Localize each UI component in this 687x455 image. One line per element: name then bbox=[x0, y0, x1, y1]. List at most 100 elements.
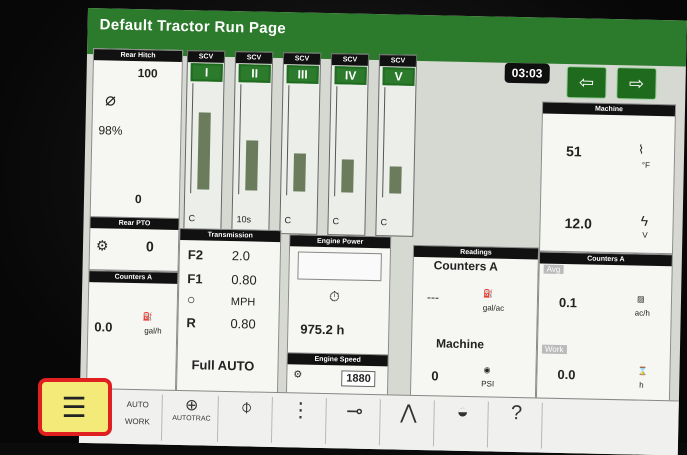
area-rate-icon: ▨ bbox=[636, 294, 645, 304]
scv-mode: C bbox=[332, 216, 340, 227]
rate-icon: ⛽ bbox=[483, 289, 494, 299]
machine-volt-unit: V bbox=[642, 230, 648, 240]
work-unit: h bbox=[639, 380, 644, 390]
gear-f2: F2 bbox=[187, 247, 204, 263]
scv-mode: C bbox=[188, 213, 196, 224]
engine-power-panel[interactable]: Engine Power ⏱ 975.2 h bbox=[286, 234, 392, 357]
autotrac-button[interactable]: ⊕ AUTOTRAC bbox=[164, 394, 219, 442]
back-button[interactable]: ⇦ bbox=[566, 66, 607, 99]
counters-a-left-value: 0.0 bbox=[94, 319, 113, 335]
engine-speed-header: Engine Speed bbox=[287, 353, 388, 367]
vehicle-shortcut-button[interactable]: ◒ bbox=[436, 400, 489, 448]
scv-mode: C bbox=[380, 217, 388, 228]
hitch-icon: ⌽ bbox=[240, 396, 253, 419]
transmission-mode: Full AUTO bbox=[191, 357, 255, 374]
pto-icon: ⚙ bbox=[95, 237, 109, 254]
work-label: Work bbox=[541, 344, 567, 355]
readings-psi-value: 0 bbox=[431, 368, 439, 384]
work-label-bottom: WORK bbox=[124, 416, 150, 427]
scv-number: III bbox=[286, 65, 319, 84]
scv-flow-bar bbox=[245, 140, 259, 191]
scv-flow-bar bbox=[197, 112, 211, 190]
clock: 03:03 bbox=[504, 62, 550, 84]
counters-a-left-panel[interactable]: Counters A 0.0 ⛽ gal/h bbox=[85, 270, 179, 392]
page-title: Default Tractor Run Page bbox=[99, 16, 287, 38]
transmission-header: Transmission bbox=[180, 228, 281, 243]
scv-gauge-4[interactable]: SCV IV C bbox=[327, 53, 370, 236]
scv-mode: 10s bbox=[236, 214, 252, 225]
readings-panel[interactable]: Readings Counters A --- ⛽ gal/ac Machine… bbox=[409, 244, 540, 400]
scv-header: SCV bbox=[379, 55, 417, 67]
shortcut-bar: AUTO WORK ⊕ AUTOTRAC ⌽ ⋮ ⊸ ⋀ ◒ ? bbox=[78, 387, 679, 455]
engine-speed-icon: ⚙ bbox=[293, 369, 303, 381]
road-shortcut-button[interactable]: ⋀ bbox=[382, 399, 435, 447]
implement-shortcut-button[interactable]: ⋮ bbox=[274, 397, 327, 445]
gear-dial-icon: ○ bbox=[186, 291, 196, 308]
menu-button[interactable]: ☰ bbox=[38, 378, 112, 436]
auto-work-button[interactable]: AUTO WORK bbox=[112, 393, 163, 441]
scv-shortcut-button[interactable]: ⊸ bbox=[328, 398, 381, 446]
forward-button[interactable]: ⇨ bbox=[616, 67, 657, 100]
hitch-shortcut-button[interactable]: ⌽ bbox=[220, 395, 273, 443]
arrow-right-icon: ⇨ bbox=[628, 73, 645, 94]
rear-hitch-top: 100 bbox=[137, 66, 158, 81]
engine-speed-value: 1880 bbox=[341, 370, 376, 388]
gear-f1: F1 bbox=[187, 271, 203, 287]
hitch-link-icon: ⌀ bbox=[104, 89, 117, 110]
scv-scale bbox=[286, 85, 294, 196]
machine-panel[interactable]: Machine 51 ⌇ °F 12.0 ϟ V bbox=[538, 101, 677, 255]
scv-gauge-1[interactable]: SCV I C bbox=[183, 50, 226, 233]
rear-hitch-panel[interactable]: Rear Hitch 100 ⌀ 98% 0 bbox=[89, 48, 184, 220]
rear-hitch-bottom: 0 bbox=[134, 192, 142, 207]
autotrac-icon: ⊕ bbox=[184, 397, 199, 415]
rear-pto-panel[interactable]: Rear PTO ⚙ 0 bbox=[88, 216, 180, 272]
engine-power-bar bbox=[297, 251, 382, 282]
rear-pto-header: Rear PTO bbox=[90, 217, 179, 230]
gear-r-value: 0.80 bbox=[230, 316, 256, 332]
machine-temp-value: 51 bbox=[565, 143, 582, 160]
readings-unit: gal/ac bbox=[482, 303, 505, 313]
auto-label: AUTO bbox=[126, 399, 149, 410]
readings-counters: Counters A bbox=[433, 258, 499, 274]
readings-psi-unit: PSI bbox=[481, 379, 495, 389]
scv-icon: ⊸ bbox=[345, 400, 364, 423]
avg-unit: ac/h bbox=[634, 308, 650, 318]
avg-label: Avg bbox=[543, 264, 564, 275]
machine-temp-unit: °F bbox=[641, 160, 651, 170]
counters-a-left-unit: gal/h bbox=[144, 326, 162, 336]
help-button[interactable]: ? bbox=[490, 401, 543, 449]
scv-number: V bbox=[382, 67, 415, 86]
scv-header: SCV bbox=[283, 53, 321, 65]
scv-scale bbox=[382, 87, 390, 198]
scv-flow-bar bbox=[341, 159, 354, 193]
tractor-display-screen: Default Tractor Run Page 03:03 ⇦ ⇨ Rear … bbox=[78, 8, 687, 455]
scv-header: SCV bbox=[331, 54, 369, 66]
counters-a-header: Counters A bbox=[89, 271, 178, 284]
road-icon: ⋀ bbox=[400, 401, 418, 424]
autotrac-label: AUTOTRAC bbox=[172, 414, 211, 423]
engine-hours: 975.2 h bbox=[300, 321, 345, 338]
scv-scale bbox=[190, 83, 198, 194]
rear-hitch-header: Rear Hitch bbox=[93, 49, 183, 62]
scv-flow-bar bbox=[389, 166, 402, 194]
scv-gauge-5[interactable]: SCV V C bbox=[375, 54, 418, 237]
scv-scale bbox=[334, 86, 342, 197]
fuel-rate-icon: ⛽ bbox=[142, 312, 153, 322]
pressure-icon: ◉ bbox=[483, 365, 491, 375]
counters-a-right-panel[interactable]: Counters A Avg 0.1 ▨ ac/h Work 0.0 ⌛ h bbox=[535, 251, 673, 403]
scv-number: I bbox=[190, 63, 223, 82]
engine-speed-panel[interactable]: Engine Speed ⚙ 1880 bbox=[285, 352, 389, 397]
scv-gauge-3[interactable]: SCV III C bbox=[279, 52, 322, 235]
readings-machine: Machine bbox=[435, 336, 485, 352]
gear-r: R bbox=[186, 315, 196, 331]
scv-mode: C bbox=[284, 215, 292, 226]
transmission-panel[interactable]: Transmission F2 2.0 F1 0.80 ○ MPH R 0.80… bbox=[175, 227, 282, 395]
machine-header: Machine bbox=[542, 102, 676, 117]
readings-header: Readings bbox=[413, 245, 539, 260]
machine-volt-value: 12.0 bbox=[564, 215, 593, 232]
voltage-icon: ϟ bbox=[640, 212, 649, 229]
scv-gauge-2[interactable]: SCV II 10s bbox=[231, 51, 274, 234]
work-value: 0.0 bbox=[557, 366, 576, 383]
vehicle-icon: ◒ bbox=[456, 400, 469, 424]
scv-scale bbox=[238, 84, 246, 195]
